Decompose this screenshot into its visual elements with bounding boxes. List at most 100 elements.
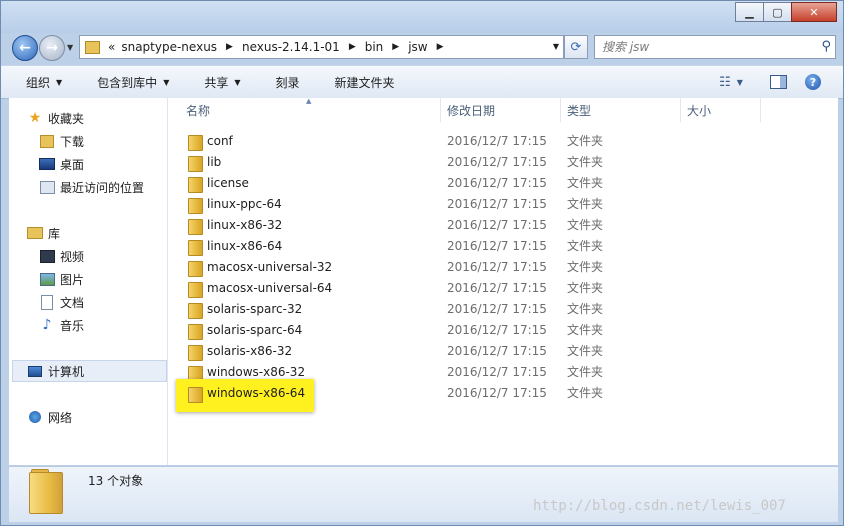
sidebar-item-libraries[interactable]: 库 [27,223,60,243]
folder-icon [29,472,63,514]
help-button[interactable]: ? [800,69,826,95]
forward-button[interactable]: → [39,35,65,61]
sidebar-item-label: 最近访问的位置 [60,180,145,195]
sidebar-item-pictures[interactable]: 图片 [39,269,84,289]
address-bar[interactable]: « snaptype-nexus ▶ nexus-2.14.1-01 ▶ bin… [79,35,564,59]
sidebar-item-label: 库 [48,226,61,241]
help-icon: ? [805,74,821,90]
folder-icon [188,156,203,172]
refresh-button[interactable]: ⟳ [564,35,588,59]
sidebar-item-label: 视频 [60,249,85,264]
file-type: 文件夹 [567,386,604,400]
file-type: 文件夹 [567,344,604,358]
file-row[interactable]: conf 2016/12/7 17:15 文件夹 [176,131,826,152]
file-name: conf [207,134,233,148]
window-controls: ▁ ▢ ✕ [735,2,837,22]
file-name: linux-x86-32 [207,218,283,232]
column-header-modified[interactable]: 修改日期 [447,98,495,122]
file-row[interactable]: lib 2016/12/7 17:15 文件夹 [176,152,826,173]
sidebar-item-documents[interactable]: 文档 [39,292,84,312]
share-button[interactable]: 共享 ▼ [197,69,247,95]
column-divider[interactable] [760,98,761,122]
breadcrumb-separator-icon[interactable]: ▶ [349,42,356,52]
file-row[interactable]: linux-x86-32 2016/12/7 17:15 文件夹 [176,215,826,236]
column-header-size[interactable]: 大小 [687,98,711,122]
breadcrumb-separator-icon[interactable]: ▶ [392,42,399,52]
file-modified: 2016/12/7 17:15 [447,323,547,337]
file-row[interactable]: license 2016/12/7 17:15 文件夹 [176,173,826,194]
column-header-name[interactable]: 名称 [186,98,210,122]
watermark-text: http://blog.csdn.net/lewis_007 [533,498,786,514]
file-row-highlighted[interactable]: windows-x86-64 2016/12/7 17:15 文件夹 [176,383,826,404]
back-button[interactable]: ← [12,35,38,61]
chevron-down-icon: ▼ [234,77,241,87]
organize-button[interactable]: 组织 ▼ [19,69,69,95]
file-type: 文件夹 [567,239,604,253]
file-row[interactable]: macosx-universal-64 2016/12/7 17:15 文件夹 [176,278,826,299]
file-name: linux-ppc-64 [207,197,282,211]
sidebar-item-videos[interactable]: 视频 [39,246,84,266]
file-row[interactable]: macosx-universal-32 2016/12/7 17:15 文件夹 [176,257,826,278]
breadcrumb-bin[interactable]: bin [365,40,384,54]
share-label: 共享 [204,75,229,90]
breadcrumb-snaptype-nexus[interactable]: snaptype-nexus [121,40,217,54]
recent-pages-dropdown[interactable]: ▼ [67,43,73,52]
column-divider[interactable] [560,98,561,122]
column-header-type[interactable]: 类型 [567,98,591,122]
organize-label: 组织 [26,75,51,90]
file-row[interactable]: linux-x86-64 2016/12/7 17:15 文件夹 [176,236,826,257]
file-name: license [207,176,249,190]
file-type: 文件夹 [567,365,604,379]
change-view-button[interactable]: ☷ ▼ [709,69,753,95]
preview-pane-button[interactable] [764,69,792,95]
sidebar-item-music[interactable]: ♪ 音乐 [39,315,84,335]
file-modified: 2016/12/7 17:15 [447,365,547,379]
address-history-dropdown[interactable]: ▼ [553,42,559,51]
item-count: 13 个对象 [88,474,144,488]
include-in-library-button[interactable]: 包含到库中 ▼ [90,69,176,95]
sidebar-item-computer[interactable]: 计算机 [27,361,84,381]
file-modified: 2016/12/7 17:15 [447,176,547,190]
sidebar-item-desktop[interactable]: 桌面 [39,154,84,174]
file-modified: 2016/12/7 17:15 [447,281,547,295]
maximize-button[interactable]: ▢ [763,2,792,22]
sidebar-item-network[interactable]: 网络 [27,407,72,427]
sidebar-item-label: 下载 [60,134,85,149]
navigation-row: ← → ▼ « snaptype-nexus ▶ nexus-2.14.1-01… [1,33,843,63]
sidebar-item-label: 计算机 [48,364,85,379]
downloads-folder-icon [39,134,55,148]
file-modified: 2016/12/7 17:15 [447,260,547,274]
breadcrumb-nexus[interactable]: nexus-2.14.1-01 [242,40,340,54]
file-name: solaris-x86-32 [207,344,293,358]
file-row[interactable]: solaris-sparc-64 2016/12/7 17:15 文件夹 [176,320,826,341]
file-name: solaris-sparc-64 [207,323,303,337]
network-icon [27,410,43,424]
close-button[interactable]: ✕ [791,2,837,22]
file-row[interactable]: solaris-sparc-32 2016/12/7 17:15 文件夹 [176,299,826,320]
minimize-button[interactable]: ▁ [735,2,764,22]
search-icon[interactable]: ⚲ [821,39,831,54]
folder-icon [188,261,203,277]
burn-button[interactable]: 刻录 [269,69,307,95]
sidebar-item-favorites[interactable]: ★ 收藏夹 [27,108,84,128]
burn-label: 刻录 [275,75,300,90]
search-input[interactable] [595,36,804,58]
file-modified: 2016/12/7 17:15 [447,155,547,169]
search-box[interactable]: ⚲ [594,35,836,59]
chevron-down-icon: ▼ [163,77,170,87]
breadcrumb-separator-icon[interactable]: ▶ [437,42,444,52]
sidebar-item-recent-places[interactable]: 最近访问的位置 [39,177,144,197]
file-row[interactable]: solaris-x86-32 2016/12/7 17:15 文件夹 [176,341,826,362]
breadcrumb-separator-icon[interactable]: ▶ [226,42,233,52]
folder-icon [188,303,203,319]
sidebar-item-label: 网络 [48,410,73,425]
file-row[interactable]: linux-ppc-64 2016/12/7 17:15 文件夹 [176,194,826,215]
address-overflow-button[interactable]: « [108,40,115,54]
folder-icon [188,219,203,235]
new-folder-button[interactable]: 新建文件夹 [328,69,402,95]
file-name: macosx-universal-32 [207,260,333,274]
sidebar-item-downloads[interactable]: 下载 [39,131,84,151]
column-divider[interactable] [440,98,441,122]
breadcrumb-jsw[interactable]: jsw [408,40,427,54]
column-divider[interactable] [680,98,681,122]
